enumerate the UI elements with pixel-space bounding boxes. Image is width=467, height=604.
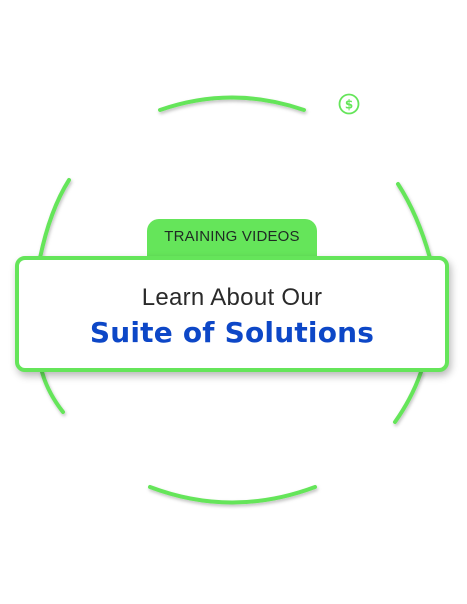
training-videos-badge: TRAINING VIDEOS [147, 219, 317, 261]
ring-arc-upper-left [38, 178, 71, 260]
headline-card: Learn About Our Suite of Solutions [15, 256, 449, 372]
training-videos-label: TRAINING VIDEOS [164, 228, 300, 245]
ring-arc-bottom [148, 485, 317, 505]
ring-arc-upper-right [396, 182, 432, 260]
ring-arc-top [158, 95, 306, 112]
ring-arc-lower-left [40, 370, 65, 414]
svg-text:$: $ [345, 98, 353, 112]
dollar-icon: $ [338, 93, 360, 115]
ring-arc-lower-right [393, 370, 423, 424]
headline-line-2: Suite of Solutions [89, 316, 375, 349]
headline-line-1: Learn About Our [141, 284, 323, 311]
